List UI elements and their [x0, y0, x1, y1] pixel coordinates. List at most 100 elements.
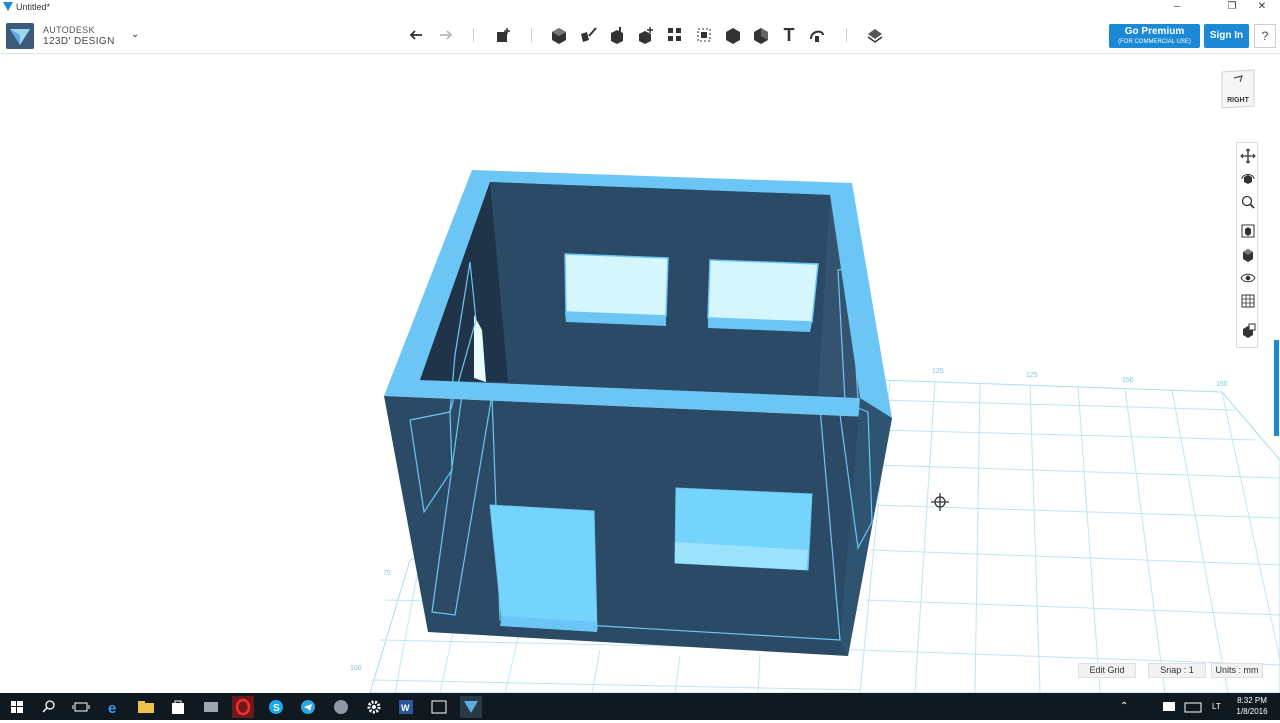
pan-button[interactable]: [1240, 148, 1256, 164]
grid-toggle-icon: [1241, 294, 1255, 308]
close-button[interactable]: ✕: [1247, 0, 1277, 16]
app-button[interactable]: [200, 696, 222, 718]
task-view-icon: [72, 702, 90, 712]
view-cube[interactable]: RIGHT: [1220, 68, 1256, 112]
store-button[interactable]: [167, 696, 189, 718]
fit-button[interactable]: [1240, 223, 1256, 239]
edit-grid-button[interactable]: Edit Grid: [1078, 663, 1136, 678]
keyboard-icon: [1184, 702, 1202, 713]
app2-button[interactable]: [330, 696, 352, 718]
snap-button[interactable]: [806, 24, 828, 46]
grouping-icon: [697, 28, 711, 42]
store-icon: [172, 700, 184, 714]
file-explorer-button[interactable]: [135, 696, 157, 718]
material-button[interactable]: [864, 24, 886, 46]
settings-button[interactable]: [363, 696, 385, 718]
visibility-icon: [1240, 273, 1256, 283]
word-icon: W: [399, 700, 413, 714]
word-button[interactable]: W: [395, 696, 417, 718]
orbit-icon: [1241, 174, 1255, 184]
pan-icon: [1240, 148, 1256, 164]
measure-icon: [754, 28, 768, 44]
premium-subtitle: (FOR COMMERCIAL USE): [1118, 39, 1191, 45]
window-titlebar: Untitled* – ❐ ✕: [0, 0, 1280, 16]
telegram-icon: [301, 700, 315, 714]
keyboard-button[interactable]: [1182, 696, 1204, 718]
construct-button[interactable]: [606, 24, 628, 46]
combine-button[interactable]: [722, 24, 744, 46]
toolbar-separator: [473, 28, 474, 42]
visibility-button[interactable]: [1240, 270, 1256, 286]
task-view-button[interactable]: [70, 696, 92, 718]
app-icon: [3, 2, 13, 11]
edge-button[interactable]: e: [103, 696, 125, 718]
zoom-button[interactable]: [1240, 194, 1256, 210]
clock-date[interactable]: 1/8/2016: [1232, 707, 1272, 716]
snap-icon: [810, 30, 824, 42]
redo-button[interactable]: [434, 24, 456, 46]
view-mode-icon: [1243, 249, 1253, 262]
globe-icon: [334, 700, 348, 714]
scene-canvas[interactable]: 125 125 150 150 75 100: [0, 55, 1280, 693]
material-icon: [867, 29, 883, 43]
grid-label: 75: [383, 570, 391, 577]
go-premium-button[interactable]: Go Premium (FOR COMMERCIAL USE): [1109, 24, 1200, 48]
app-icon: [204, 702, 218, 712]
sketch-icon: [581, 27, 597, 42]
grid-label: 125: [1026, 372, 1038, 379]
app-menu-chevron-icon[interactable]: ⌄: [131, 29, 139, 40]
house-model[interactable]: [384, 170, 892, 656]
undo-button[interactable]: [406, 24, 428, 46]
windows-logo-icon: [11, 701, 23, 713]
material-view-button[interactable]: [1240, 323, 1256, 339]
sketch-button[interactable]: [577, 24, 599, 46]
language-indicator[interactable]: LT: [1212, 702, 1221, 711]
folder-icon: [138, 701, 154, 713]
svg-text:e: e: [108, 700, 116, 717]
units-selector[interactable]: Units : mm: [1211, 663, 1263, 678]
snap-control[interactable]: Snap : 1: [1148, 663, 1206, 678]
search-button[interactable]: [38, 696, 60, 718]
material-view-icon: [1243, 323, 1256, 338]
svg-text:S: S: [273, 703, 280, 714]
notifications-button[interactable]: [1158, 696, 1180, 718]
premium-title: Go Premium: [1124, 26, 1185, 37]
opera-button[interactable]: [232, 696, 254, 718]
undo-icon: [409, 30, 422, 40]
sign-in-button[interactable]: Sign In: [1204, 24, 1249, 48]
pattern-button[interactable]: [664, 24, 686, 46]
text-tool-button[interactable]: T: [778, 24, 800, 46]
primitives-button[interactable]: [548, 24, 570, 46]
minimize-button[interactable]: –: [1162, 0, 1192, 16]
svg-text:W: W: [401, 703, 410, 713]
toolbar-separator: [531, 28, 532, 42]
measure-button[interactable]: [750, 24, 772, 46]
grid-label: 150: [1216, 381, 1228, 388]
transform-button[interactable]: [492, 24, 514, 46]
grid-toggle-button[interactable]: [1240, 293, 1256, 309]
orbit-button[interactable]: [1240, 171, 1256, 187]
app-logo[interactable]: [6, 23, 34, 49]
tray-expand-icon[interactable]: ⌃: [1120, 701, 1128, 712]
start-button[interactable]: [6, 696, 28, 718]
brand-line2: 123D' DESIGN: [43, 36, 115, 47]
toolbar-separator: [846, 28, 847, 42]
3d-viewport[interactable]: 125 125 150 150 75 100: [0, 55, 1280, 693]
navigation-bar: [1236, 142, 1258, 348]
help-button[interactable]: ?: [1254, 24, 1276, 48]
telegram-button[interactable]: [297, 696, 319, 718]
app3-button[interactable]: [428, 696, 450, 718]
scrollbar-handle[interactable]: [1274, 340, 1279, 436]
123d-design-icon: [464, 701, 478, 713]
123d-design-taskbar-button[interactable]: [460, 696, 482, 718]
redo-icon: [440, 30, 453, 40]
snap-value[interactable]: 1: [1189, 665, 1194, 675]
view-mode-button[interactable]: [1240, 247, 1256, 263]
clock-time[interactable]: 8:32 PM: [1232, 696, 1272, 705]
window-title: Untitled*: [16, 2, 51, 12]
skype-button[interactable]: S: [265, 696, 287, 718]
modify-icon: [639, 27, 653, 44]
maximize-button[interactable]: ❐: [1217, 0, 1247, 16]
grouping-button[interactable]: [693, 24, 715, 46]
modify-button[interactable]: [635, 24, 657, 46]
